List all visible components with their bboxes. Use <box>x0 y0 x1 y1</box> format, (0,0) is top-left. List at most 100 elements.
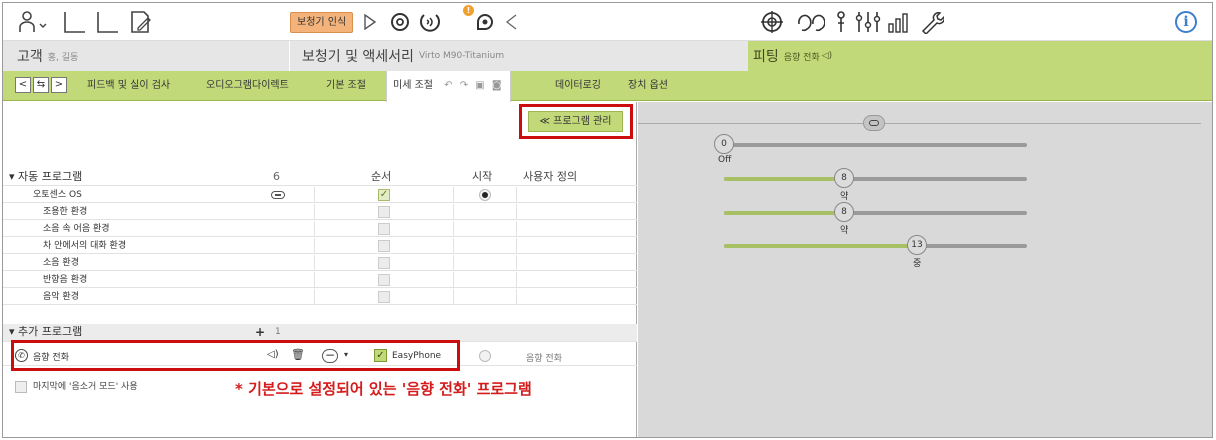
program-row[interactable]: 오토센스 OS ✓ <box>3 187 637 203</box>
fitting-program: 음향 전화 <box>783 52 820 63</box>
user-menu-icon[interactable] <box>17 9 53 35</box>
device-left-icon[interactable] <box>60 9 90 35</box>
phone-custom-name[interactable]: 음향 전화 <box>526 351 562 364</box>
level-slider[interactable] <box>724 211 1027 215</box>
slider-knob[interactable]: 13 <box>907 235 927 255</box>
phone-start-radio[interactable] <box>479 350 491 362</box>
program-name: 오토센스 OS <box>33 190 82 200</box>
program-manage-highlight <box>519 104 633 139</box>
tab-audiogram-direct[interactable]: 오디오그램다이렉트 <box>206 71 289 101</box>
program-name: 반향음 환경 <box>43 275 88 285</box>
program-row[interactable]: 소음 속 어음 환경 <box>3 221 637 237</box>
auto-program-header[interactable]: ▾ 자동 프로그램 6 순서 시작 사용자 정의 <box>3 169 637 186</box>
custom-cell <box>517 204 637 220</box>
mute-mode-label: 마지막에 '음소거 모드' 사용 <box>33 382 138 392</box>
program-name-cell: 오토센스 OS <box>3 187 315 203</box>
tab-fine-tuning-label: 미세 조절 <box>393 80 433 91</box>
link-icon <box>271 191 285 199</box>
order-column-header: 순서 <box>371 170 392 183</box>
program-name-cell: 차 안에서의 대화 환경 <box>3 238 315 254</box>
nav-forward-button[interactable]: > <box>51 77 67 93</box>
program-name: 차 안에서의 대화 환경 <box>43 241 127 251</box>
top-toolbar: 보청기 인식 ! i <box>3 3 1212 41</box>
customer-header[interactable]: 고객 홍, 길동 <box>3 41 290 71</box>
tab-fine-tuning[interactable]: 미세 조절 ↶ ↷ ▣ ◙ <box>386 71 511 102</box>
order-checkbox[interactable]: ✓ <box>378 189 390 201</box>
ears-icon[interactable] <box>795 10 825 34</box>
tab-basic-tuning[interactable]: 기본 조절 <box>326 71 366 101</box>
order-checkbox[interactable] <box>378 291 390 303</box>
program-row[interactable]: 음악 환경 <box>3 289 637 305</box>
nav-back-button[interactable]: < <box>15 77 31 93</box>
devices-header[interactable]: 보청기 및 액세서리 Virto M90-Titanium <box>290 41 748 71</box>
device-right-icon[interactable] <box>93 9 123 35</box>
bar-graph-icon[interactable] <box>887 10 913 34</box>
undo-redo-icon[interactable]: ↶ ↷ ▣ ◙ <box>444 80 503 91</box>
order-checkbox[interactable] <box>378 240 390 252</box>
custom-cell <box>517 255 637 271</box>
tab-device-options[interactable]: 장치 옵션 <box>628 71 668 101</box>
tab-datalogging[interactable]: 데이터로깅 <box>555 71 601 101</box>
start-cell <box>454 221 517 237</box>
start-cell <box>454 238 517 254</box>
app-window: 보청기 인식 ! i 고객 홍, 길동 보청기 및 액세서리 Virto M90… <box>2 2 1213 438</box>
slider-knob[interactable]: 8 <box>834 168 854 188</box>
slider-level-label: Off <box>718 155 732 165</box>
level-slider[interactable] <box>724 244 1027 248</box>
order-checkbox[interactable] <box>378 274 390 286</box>
program-row[interactable]: 소음 환경 <box>3 255 637 271</box>
program-row[interactable]: 반향음 환경 <box>3 272 637 288</box>
custom-cell <box>517 187 637 203</box>
divider-line <box>638 123 1201 124</box>
auto-program-count: 6 <box>273 170 280 183</box>
order-checkbox[interactable] <box>378 206 390 218</box>
notes-icon[interactable] <box>127 9 155 35</box>
accessory-icon[interactable] <box>473 10 497 34</box>
pin-icon[interactable] <box>833 10 849 34</box>
wrench-icon[interactable] <box>919 10 945 34</box>
program-name: 조용한 환경 <box>43 207 88 217</box>
devices-title: 보청기 및 액세서리 <box>302 49 414 65</box>
program-row[interactable]: 조용한 환경 <box>3 204 637 220</box>
header-band: 고객 홍, 길동 보청기 및 액세서리 Virto M90-Titanium 피… <box>3 41 1212 71</box>
speaker-icon: ◁) <box>821 51 833 61</box>
custom-cell <box>517 272 637 288</box>
play-icon[interactable] <box>361 12 379 32</box>
tab-feedback[interactable]: 피드백 및 실이 검사 <box>87 71 170 101</box>
order-checkbox[interactable] <box>378 223 390 235</box>
slider-level-label: 중 <box>913 259 922 269</box>
auto-program-title: ▾ 자동 프로그램 <box>9 170 83 183</box>
start-cell <box>454 289 517 305</box>
program-name: 소음 환경 <box>43 258 79 268</box>
level-slider[interactable] <box>724 143 1027 147</box>
program-row[interactable]: 차 안에서의 대화 환경 <box>3 238 637 254</box>
mute-mode-option[interactable]: 마지막에 '음소거 모드' 사용 <box>15 379 138 393</box>
program-name-cell: 조용한 환경 <box>3 204 315 220</box>
slider-knob[interactable]: 0 <box>714 134 734 154</box>
fitting-header[interactable]: 피팅 음향 전화 ◁) <box>748 41 1212 71</box>
tab-bar: < ⇆ > 피드백 및 실이 검사 오디오그램다이렉트 기본 조절 미세 조절 … <box>3 71 1212 102</box>
slider-fill <box>724 244 921 248</box>
ear-device-icon[interactable] <box>388 10 412 34</box>
added-program-title: ▾ 추가 프로그램 <box>9 325 83 338</box>
program-name-cell: 반향음 환경 <box>3 272 315 288</box>
equalizer-icon[interactable] <box>855 10 881 34</box>
hearing-aid-wireless-icon[interactable] <box>417 10 443 34</box>
program-name: 소음 속 어음 환경 <box>43 224 110 234</box>
back-triangle-icon[interactable] <box>503 12 519 32</box>
level-slider[interactable] <box>724 177 1027 181</box>
nav-swap-button[interactable]: ⇆ <box>33 77 49 93</box>
start-cell <box>454 255 517 271</box>
target-icon[interactable] <box>759 10 785 34</box>
info-icon[interactable]: i <box>1175 11 1197 33</box>
order-checkbox[interactable] <box>378 257 390 269</box>
custom-cell <box>517 238 637 254</box>
phone-program-highlight <box>11 340 460 371</box>
add-program-button[interactable]: + <box>255 324 265 340</box>
start-radio[interactable] <box>479 189 491 201</box>
link-toggle-icon[interactable] <box>863 115 885 131</box>
mute-mode-checkbox[interactable] <box>15 380 27 393</box>
hearing-aid-detect-button[interactable]: 보청기 인식 <box>290 12 354 33</box>
slider-knob[interactable]: 8 <box>834 202 854 222</box>
start-column-header: 시작 <box>472 170 493 183</box>
